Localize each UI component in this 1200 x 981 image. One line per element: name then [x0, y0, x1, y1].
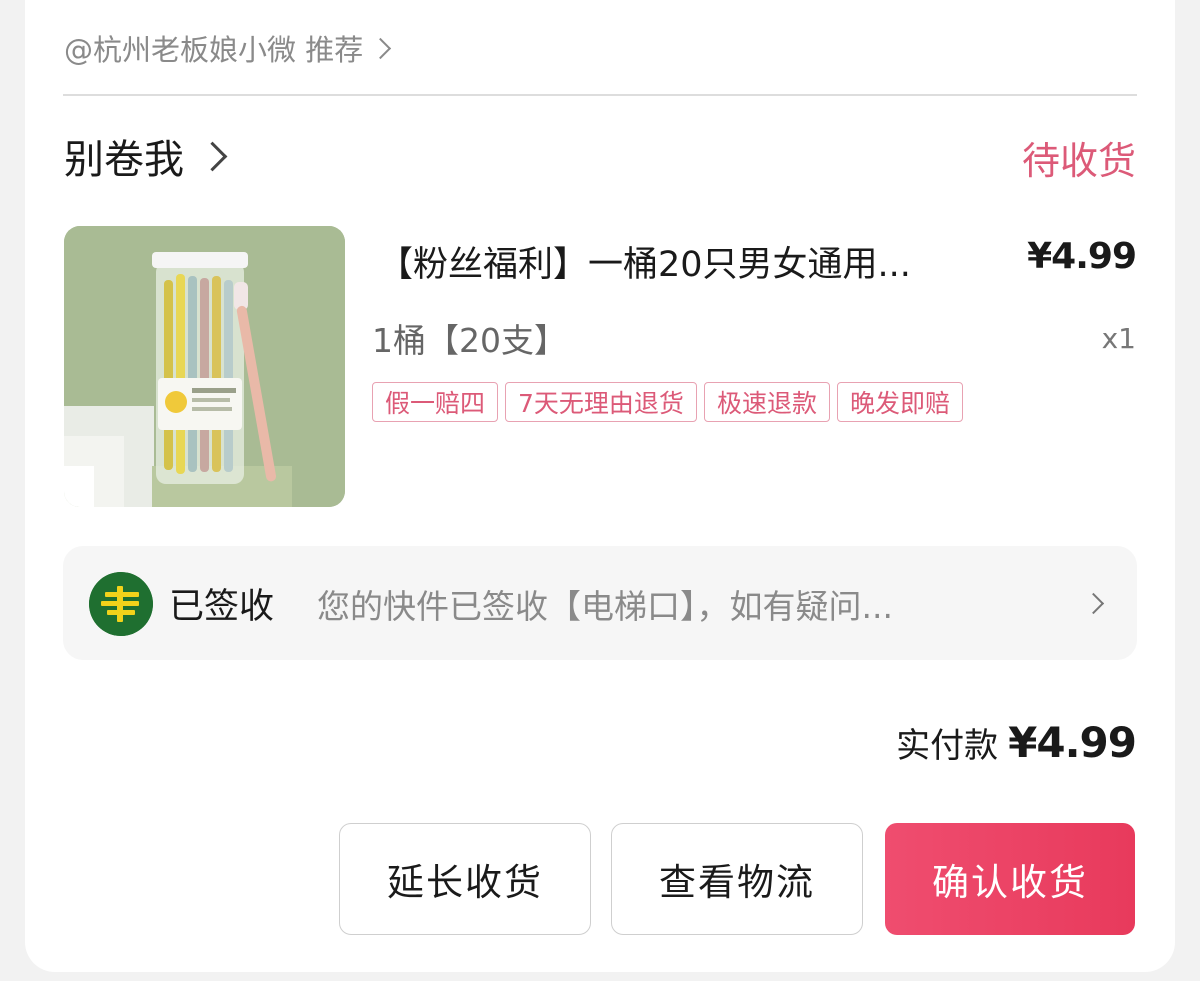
service-tags: 假一赔四 7天无理由退货 极速退款 晚发即赔 [372, 382, 963, 422]
chevron-right-icon [1082, 592, 1105, 615]
tag-fast-refund: 极速退款 [703, 382, 830, 422]
product-quantity: x1 [1101, 322, 1136, 355]
shop-name-link[interactable]: 别卷我 [64, 128, 228, 184]
toothbrush-product-illustration [64, 226, 345, 507]
tag-fake-compensation: 假一赔四 [372, 382, 499, 422]
logistics-status: 已签收 [169, 587, 275, 627]
logistics-summary[interactable]: 已签收 您的快件已签收【电梯口】，如有疑问... [63, 546, 1137, 660]
product-spec: 1桶【20支】 [372, 321, 567, 360]
chevron-right-icon [197, 141, 228, 171]
divider [63, 94, 1137, 96]
extend-receipt-button[interactable]: 延长收货 [339, 823, 591, 935]
payment-label: 实付款 [896, 726, 999, 766]
recommend-text: @杭州老板娘小微 推荐 [64, 33, 364, 67]
china-post-logo-icon [89, 572, 153, 636]
product-image[interactable] [64, 226, 345, 507]
logistics-detail: 您的快件已签收【电梯口】，如有疑问... [317, 587, 893, 626]
payment-amount: ¥4.99 [1008, 718, 1137, 767]
order-status: 待收货 [1021, 139, 1136, 183]
confirm-receipt-button[interactable]: 确认收货 [885, 823, 1135, 935]
shop-name: 别卷我 [64, 137, 184, 183]
recommend-link[interactable]: @杭州老板娘小微 推荐 [64, 26, 392, 70]
chevron-right-icon [370, 37, 392, 59]
view-logistics-button[interactable]: 查看物流 [611, 823, 863, 935]
payment-total: 实付款 ¥4.99 [896, 718, 1137, 767]
tag-seven-day-return: 7天无理由退货 [505, 382, 697, 422]
product-title[interactable]: 【粉丝福利】一桶20只男女通用... [378, 236, 1008, 287]
tag-late-shipping-compensation: 晚发即赔 [836, 382, 963, 422]
product-price: ¥4.99 [1027, 236, 1137, 277]
